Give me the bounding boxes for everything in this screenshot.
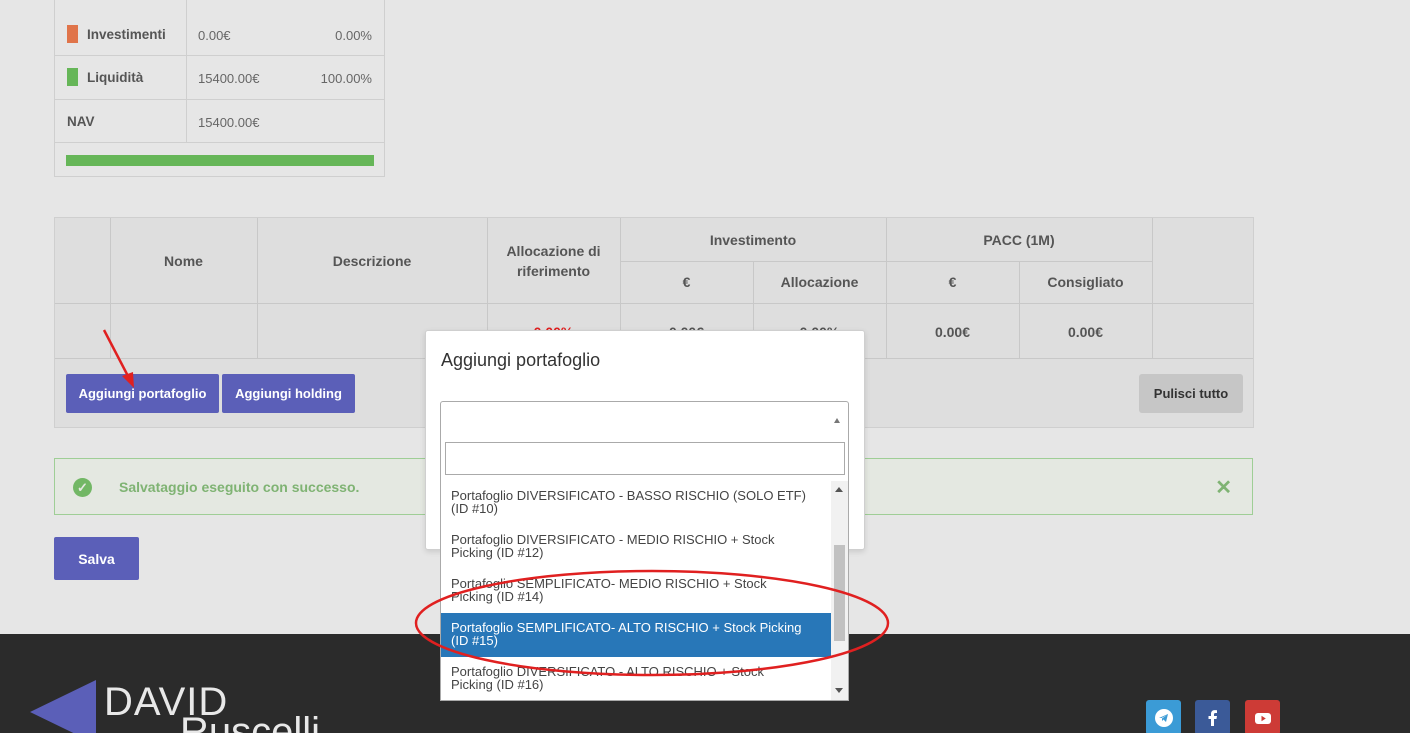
modal-title: Aggiungi portafoglio (441, 350, 601, 370)
add-portfolio-button[interactable]: Aggiungi portafoglio (66, 374, 219, 413)
header-pacc-consigliato: Consigliato (1047, 274, 1124, 290)
allocation-progress-bar (66, 155, 374, 166)
summary-pct: 0.00% (335, 28, 372, 43)
scroll-up-arrow-icon[interactable] (835, 487, 843, 492)
summary-label: Investimenti (87, 27, 166, 42)
success-message: Salvataggio eseguito con successo. (119, 479, 360, 495)
portfolio-summary: Investimenti 0.00€ 0.00% Liquidità 15400… (54, 0, 385, 177)
dropdown-option-id-12[interactable]: Portafoglio DIVERSIFICATO - MEDIO RISCHI… (441, 525, 832, 569)
dropdown-search-input[interactable] (445, 442, 845, 475)
header-investimento-allocazione: Allocazione (780, 274, 859, 290)
header-nome: Nome (164, 252, 203, 269)
close-icon[interactable]: ✕ (1215, 475, 1232, 500)
header-pacc: PACC (1M) (983, 231, 1055, 248)
summary-row-liquidita: Liquidità 15400.00€ 100.00% (55, 56, 384, 100)
summary-row-nav: NAV 15400.00€ (55, 100, 384, 143)
row-pacc-eur: 0.00€ (934, 324, 971, 340)
investimenti-swatch (67, 25, 78, 43)
add-holding-button[interactable]: Aggiungi holding (222, 374, 355, 413)
portfolio-select[interactable] (440, 401, 849, 438)
summary-amount: 0.00€ (198, 28, 231, 43)
caret-up-icon (834, 418, 840, 423)
header-investimento: Investimento (709, 231, 797, 248)
header-descrizione: Descrizione (332, 252, 412, 269)
liquidita-swatch (67, 68, 78, 86)
facebook-icon[interactable] (1195, 700, 1230, 733)
dropdown-option-id-10[interactable]: Portafoglio DIVERSIFICATO - BASSO RISCHI… (441, 481, 832, 525)
dropdown-scrollbar-thumb[interactable] (834, 545, 845, 641)
logo-triangle-icon (30, 680, 96, 733)
header-investimento-eur: € (682, 274, 691, 290)
portfolio-dropdown: Portafoglio DIVERSIFICATO - BASSO RISCHI… (440, 437, 849, 701)
logo-text-last: Ruscelli (180, 710, 321, 733)
youtube-icon[interactable] (1245, 700, 1280, 733)
summary-label: NAV (67, 114, 95, 129)
dropdown-option-id-16[interactable]: Portafoglio DIVERSIFICATO - ALTO RISCHIO… (441, 657, 832, 701)
save-button[interactable]: Salva (54, 537, 139, 580)
telegram-icon[interactable] (1146, 700, 1181, 733)
dropdown-option-id-14[interactable]: Portafoglio SEMPLIFICATO- MEDIO RISCHIO … (441, 569, 832, 613)
scroll-down-arrow-icon[interactable] (835, 688, 843, 693)
summary-pct: 100.00% (320, 71, 372, 86)
header-allocazione: Allocazione di riferimento (506, 242, 601, 279)
clear-all-button[interactable]: Pulisci tutto (1139, 374, 1243, 413)
summary-label: Liquidità (87, 70, 144, 85)
header-pacc-eur: € (948, 274, 957, 290)
dropdown-option-id-15-selected[interactable]: Portafoglio SEMPLIFICATO- ALTO RISCHIO +… (441, 613, 832, 657)
summary-row-investimenti: Investimenti 0.00€ 0.00% (55, 0, 384, 56)
check-circle-icon: ✓ (73, 478, 92, 497)
row-pacc-consigliato: 0.00€ (1067, 324, 1104, 340)
summary-amount: 15400.00€ (198, 71, 260, 86)
summary-amount: 15400.00€ (198, 115, 260, 130)
